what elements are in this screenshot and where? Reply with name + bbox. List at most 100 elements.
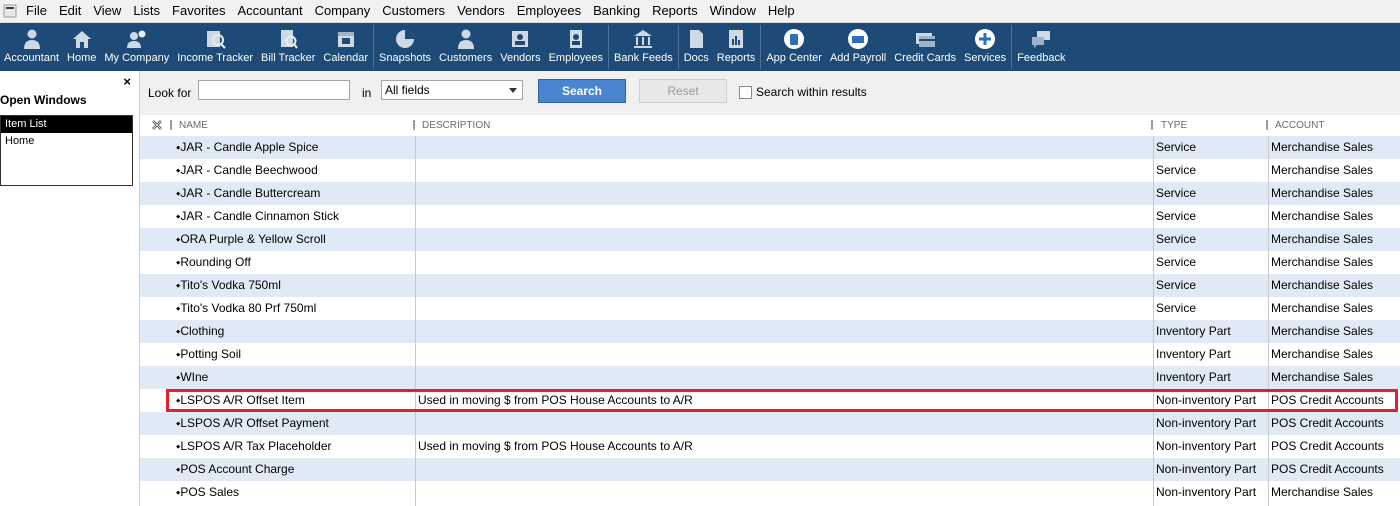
- table-row[interactable]: ⬩LSPOS A/R Tax Placeholder Used in movin…: [140, 435, 1400, 458]
- menu-edit[interactable]: Edit: [53, 0, 87, 22]
- search-bar: Look for in All fields Search Reset Sear…: [140, 71, 1400, 115]
- header-type[interactable]: TYPE: [1161, 115, 1187, 136]
- item-account-cell: Merchandise Sales: [1271, 301, 1374, 315]
- item-type-cell: Non-inventory Part: [1156, 416, 1257, 430]
- menu-customers[interactable]: Customers: [376, 0, 451, 22]
- toolbar-add-payroll-button[interactable]: Add Payroll: [826, 23, 890, 71]
- services-icon: [975, 29, 996, 49]
- toolbar-label: Docs: [683, 52, 709, 64]
- toolbar-vendors-button[interactable]: Vendors: [496, 23, 544, 71]
- search-within-checkbox[interactable]: [739, 86, 752, 99]
- search-field-dropdown[interactable]: All fields: [381, 80, 523, 100]
- item-name-cell: ⬩Tito's Vodka 750ml: [176, 278, 281, 292]
- toolbar-separator: [373, 25, 375, 69]
- menu-employees[interactable]: Employees: [511, 0, 587, 22]
- toolbar-app-center-button[interactable]: App Center: [762, 23, 826, 71]
- open-window-item-list[interactable]: Item List: [1, 116, 132, 133]
- open-windows-title: Open Windows: [0, 93, 87, 107]
- look-for-label: Look for: [148, 86, 192, 100]
- menu-company[interactable]: Company: [309, 0, 377, 22]
- column-resize-handle[interactable]: [1266, 120, 1268, 130]
- reset-button[interactable]: Reset: [639, 79, 727, 103]
- table-row[interactable]: ⬩JAR - Candle Buttercream Service Mercha…: [140, 182, 1400, 205]
- toolbar-bank-feeds-button[interactable]: Bank Feeds: [610, 23, 677, 71]
- app-system-icon[interactable]: [3, 4, 17, 18]
- menu-favorites[interactable]: Favorites: [166, 0, 231, 22]
- item-account-cell: Merchandise Sales: [1271, 140, 1374, 154]
- open-window-home[interactable]: Home: [1, 133, 132, 150]
- reports-icon: [729, 30, 744, 48]
- table-row[interactable]: ⬩Tito's Vodka 750ml Service Merchandise …: [140, 274, 1400, 297]
- add-payroll-icon: [848, 29, 869, 49]
- menu-vendors[interactable]: Vendors: [451, 0, 511, 22]
- toolbar-credit-cards-button[interactable]: Credit Cards: [890, 23, 960, 71]
- toolbar-label: Feedback: [1017, 52, 1066, 64]
- column-settings-icon[interactable]: [151, 119, 163, 131]
- menu-reports[interactable]: Reports: [646, 0, 704, 22]
- toolbar-customers-button[interactable]: Customers: [435, 23, 496, 71]
- table-row[interactable]: ⬩WIne Inventory Part Merchandise Sales: [140, 366, 1400, 389]
- item-list-table: NAME DESCRIPTION TYPE ACCOUNT ⬩JAR - Can…: [140, 115, 1400, 506]
- header-account[interactable]: ACCOUNT: [1275, 115, 1324, 136]
- toolbar-services-button[interactable]: Services: [960, 23, 1010, 71]
- menu-accountant[interactable]: Accountant: [232, 0, 309, 22]
- item-type-cell: Inventory Part: [1156, 324, 1231, 338]
- toolbar-home-button[interactable]: Home: [63, 23, 100, 71]
- toolbar-accountant-button[interactable]: Accountant: [0, 23, 63, 71]
- table-row[interactable]: ⬩ORA Purple & Yellow Scroll Service Merc…: [140, 228, 1400, 251]
- item-type-cell: Inventory Part: [1156, 370, 1231, 384]
- table-row[interactable]: ⬩JAR - Candle Beechwood Service Merchand…: [140, 159, 1400, 182]
- item-account-cell: Merchandise Sales: [1271, 163, 1374, 177]
- toolbar-employees-button[interactable]: Employees: [545, 23, 607, 71]
- toolbar-label: Add Payroll: [829, 52, 887, 64]
- column-resize-handle[interactable]: [170, 120, 172, 130]
- table-row[interactable]: ⬩LSPOS A/R Offset Item Used in moving $ …: [140, 389, 1400, 412]
- toolbar-label: Accountant: [4, 52, 60, 64]
- toolbar-snapshots-button[interactable]: Snapshots: [375, 23, 435, 71]
- toolbar-income-tracker-button[interactable]: Income Tracker: [173, 23, 257, 71]
- toolbar-label: Services: [963, 52, 1007, 64]
- table-row[interactable]: ⬩LSPOS A/R Offset Payment Non-inventory …: [140, 412, 1400, 435]
- item-type-cell: Service: [1156, 278, 1197, 292]
- header-description[interactable]: DESCRIPTION: [422, 115, 490, 136]
- close-panel-icon[interactable]: ×: [123, 74, 131, 89]
- item-type-cell: Service: [1156, 209, 1197, 223]
- menu-lists[interactable]: Lists: [127, 0, 166, 22]
- menu-window[interactable]: Window: [704, 0, 762, 22]
- vendors-icon: [512, 31, 529, 47]
- table-row[interactable]: ⬩POS Account Charge Non-inventory Part P…: [140, 458, 1400, 481]
- column-resize-handle[interactable]: [1151, 120, 1153, 130]
- table-row[interactable]: ⬩JAR - Candle Apple Spice Service Mercha…: [140, 136, 1400, 159]
- toolbar-docs-button[interactable]: Docs: [680, 23, 713, 71]
- header-name[interactable]: NAME: [179, 115, 208, 136]
- table-row[interactable]: ⬩Clothing Inventory Part Merchandise Sal…: [140, 320, 1400, 343]
- item-account-cell: Merchandise Sales: [1271, 370, 1374, 384]
- menu-file[interactable]: File: [20, 0, 53, 22]
- look-for-input[interactable]: [198, 80, 350, 100]
- menu-help[interactable]: Help: [762, 0, 801, 22]
- menu-banking[interactable]: Banking: [587, 0, 646, 22]
- item-name-cell: ⬩JAR - Candle Buttercream: [176, 186, 321, 200]
- item-account-cell: Merchandise Sales: [1271, 347, 1374, 361]
- table-row[interactable]: ⬩Rounding Off Service Merchandise Sales: [140, 251, 1400, 274]
- item-account-cell: Merchandise Sales: [1271, 324, 1374, 338]
- bill-tracker-icon: [281, 30, 299, 49]
- table-row[interactable]: ⬩POS Sales Non-inventory Part Merchandis…: [140, 481, 1400, 504]
- search-button[interactable]: Search: [538, 79, 626, 103]
- app-center-icon: [784, 29, 805, 49]
- toolbar-bill-tracker-button[interactable]: Bill Tracker: [257, 23, 319, 71]
- toolbar-label: Customers: [439, 52, 493, 64]
- column-resize-handle[interactable]: [413, 120, 415, 130]
- toolbar-calendar-button[interactable]: Calendar: [319, 23, 372, 71]
- toolbar-reports-button[interactable]: Reports: [713, 23, 760, 71]
- table-row[interactable]: ⬩JAR - Candle Cinnamon Stick Service Mer…: [140, 205, 1400, 228]
- item-type-cell: Service: [1156, 232, 1197, 246]
- item-account-cell: Merchandise Sales: [1271, 209, 1374, 223]
- toolbar-label: Credit Cards: [894, 52, 956, 64]
- toolbar-feedback-button[interactable]: Feedback: [1013, 23, 1069, 71]
- open-windows-list: Item List Home: [0, 115, 133, 186]
- toolbar-my-company-button[interactable]: My Company: [100, 23, 173, 71]
- table-row[interactable]: ⬩Potting Soil Inventory Part Merchandise…: [140, 343, 1400, 366]
- table-row[interactable]: ⬩Tito's Vodka 80 Prf 750ml Service Merch…: [140, 297, 1400, 320]
- menu-view[interactable]: View: [87, 0, 127, 22]
